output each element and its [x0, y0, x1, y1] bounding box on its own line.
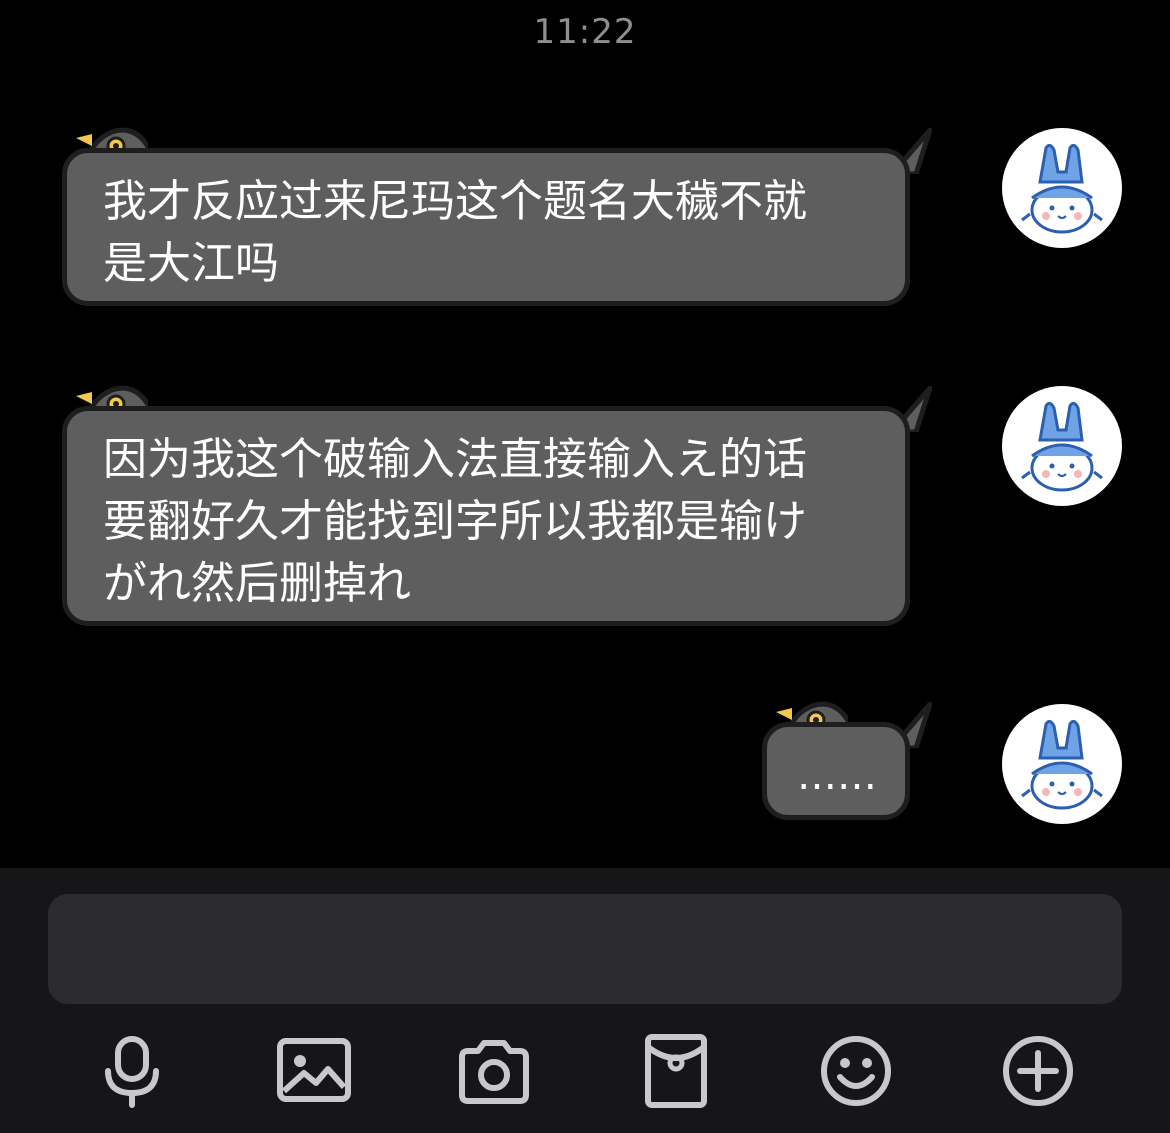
microphone-icon[interactable]: [94, 1033, 170, 1109]
message-bubble[interactable]: 我才反应过来尼玛这个题名大穢不就 是大江吗: [62, 148, 910, 306]
message-text-line: ……: [797, 753, 877, 799]
message-text-line: 要翻好久才能找到字所以我都是输け: [103, 496, 807, 547]
avatar[interactable]: [1002, 704, 1122, 824]
camera-icon[interactable]: [456, 1033, 532, 1109]
image-icon[interactable]: [276, 1033, 352, 1109]
bunny-avatar-icon: [1021, 719, 1103, 810]
bunny-avatar-icon: [1021, 143, 1103, 234]
message-bubble[interactable]: ……: [762, 722, 910, 820]
input-toolbar: [0, 1033, 1170, 1113]
plus-icon[interactable]: [1000, 1033, 1076, 1109]
message-text-line: 是大江吗: [103, 238, 279, 289]
message-timestamp: 11:22: [533, 12, 637, 52]
avatar[interactable]: [1002, 386, 1122, 506]
message-bubble-wrap: ……: [762, 701, 932, 820]
message-text-line: がれ然后删掉れ: [103, 558, 411, 609]
message-bubble[interactable]: 因为我这个破输入法直接输入え的话 要翻好久才能找到字所以我都是输け がれ然后删掉…: [62, 406, 910, 626]
message-text-line: 我才反应过来尼玛这个题名大穢不就: [103, 176, 807, 227]
message-input[interactable]: [48, 894, 1122, 1004]
avatar[interactable]: [1002, 128, 1122, 248]
red-packet-icon[interactable]: [638, 1033, 714, 1109]
emoji-icon[interactable]: [818, 1033, 894, 1109]
input-bar: [0, 868, 1170, 1133]
message-bubble-wrap: 因为我这个破输入法直接输入え的话 要翻好久才能找到字所以我都是输け がれ然后删掉…: [62, 385, 932, 626]
message-bubble-wrap: 我才反应过来尼玛这个题名大穢不就 是大江吗: [62, 127, 932, 306]
message-text-line: 因为我这个破输入法直接输入え的话: [103, 434, 807, 485]
bunny-avatar-icon: [1021, 401, 1103, 492]
